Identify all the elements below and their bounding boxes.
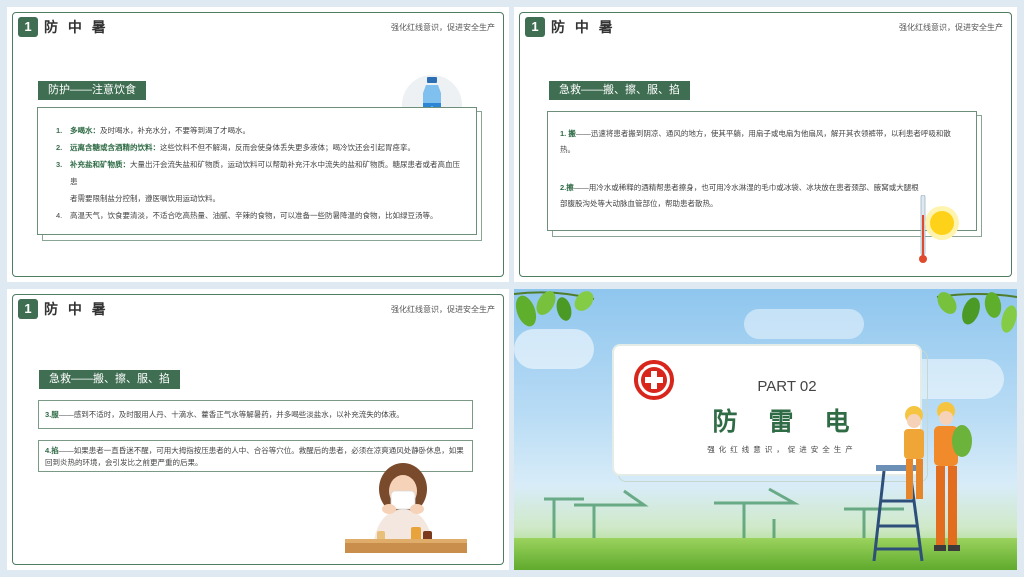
step-medicine: 3.服——感到不适时，及时服用人丹、十滴水、藿香正气水等解暑药，并多喝些淡盐水，… [38,400,473,429]
step-carry: 1. 搬——迅速将患者搬到阴凉、通风的地方，使其平躺，用扇子或电扇为他扇风，解开… [560,129,951,154]
content-card: 1. 搬——迅速将患者搬到阴凉、通风的地方，使其平躺，用扇子或电扇为他扇风，解开… [547,111,977,231]
step-wipe: 2.擦——用冷水或稀释的酒精帮患者擦身，也可用冷水淋湿的毛巾或冰袋、冰块放在患者… [560,183,919,208]
slogan: 强化红线意识，促进安全生产 [391,305,495,314]
section-tag: 防护——注意饮食 [38,81,149,103]
list-item: 4. 高温天气，饮食要清淡，不适合吃高热量、油腻、辛辣的食物，可以准备一些防暑降温… [56,211,438,220]
sick-woman-illustration [337,457,467,557]
slide-1[interactable]: 1 防 中 暑 强化红线意识，促进安全生产 1. 多喝水：及时喝水，补充水分，不要… [7,7,509,282]
slogan: 强化红线意识，促进安全生产 [899,23,1003,32]
section-title: 防 中 暑 [551,19,616,35]
list-item: 1. 多喝水：及时喝水，补充水分，不要等到渴了才喝水。 [56,126,250,135]
section-number: 1 [525,17,545,37]
slide-4[interactable]: PART 02 防 雷 电 强化红线意识，促进安全生产 [514,289,1017,570]
list-item: 3. 补充盐和矿物质：大量出汗会流失盐和矿物质，运动饮料可以帮助补充汗水中流失的盐… [56,160,460,186]
slogan: 强化红线意识，促进安全生产 [391,23,495,32]
section-tag: 急救——搬、擦、服、掐 [39,370,183,392]
leaves-left-decoration [514,289,604,349]
section-number: 1 [18,17,38,37]
electric-workers-illustration [870,401,980,562]
cloud-decoration [744,309,864,339]
leaves-right-decoration [927,289,1017,349]
content-card: 1. 多喝水：及时喝水，补充水分，不要等到渴了才喝水。 2. 远离含糖或含酒精的饮料… [37,107,477,235]
sun-icon [924,205,960,241]
first-aid-text: 1. 搬——迅速将患者搬到阴凉、通风的地方，使其平躺，用扇子或电扇为他扇风，解开… [548,112,976,212]
diet-list: 1. 多喝水：及时喝水，补充水分，不要等到渴了才喝水。 2. 远离含糖或含酒精的饮料… [38,108,476,224]
section-title: 防 中 暑 [44,301,109,317]
list-item: 者需要限制盐分控制，遵医嘱饮用运动饮料。 [70,194,220,203]
part-label: PART 02 [757,378,817,395]
slide-2[interactable]: 1 防 中 暑 强化红线意识，促进安全生产 1. 搬——迅速将患者搬到阴凉、通风… [514,7,1017,282]
section-title: 防 中 暑 [44,19,109,35]
slide-3[interactable]: 1 防 中 暑 强化红线意识，促进安全生产 急救——搬、擦、服、掐 3.服——感… [7,289,509,570]
section-tag: 急救——搬、擦、服、掐 [549,81,693,103]
section-number: 1 [18,299,38,319]
list-item: 2. 远离含糖或含酒精的饮料：这些饮料不但不解渴，反而会使身体丢失更多液体；喝冷饮… [56,143,415,152]
